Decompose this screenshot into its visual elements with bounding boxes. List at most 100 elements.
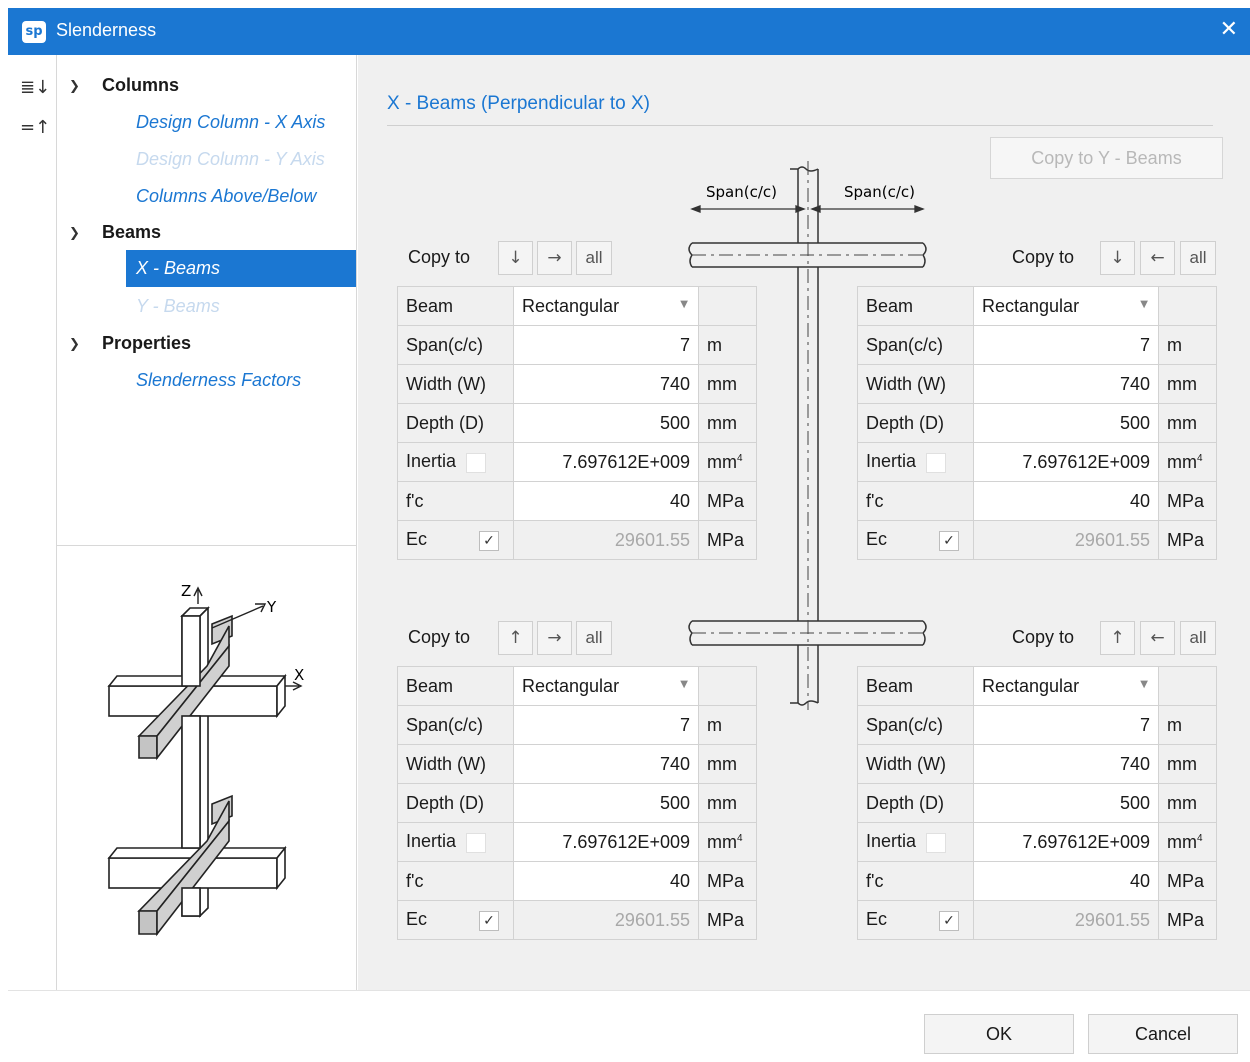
- ok-button[interactable]: OK: [924, 1014, 1074, 1054]
- span-input[interactable]: 7: [513, 705, 699, 745]
- copy-all-button[interactable]: all: [1180, 621, 1216, 655]
- depth-input[interactable]: 500: [973, 783, 1159, 823]
- section-title: X - Beams (Perpendicular to X): [387, 93, 650, 114]
- span-input[interactable]: 7: [973, 325, 1159, 365]
- title-bar: sp Slenderness ✕: [8, 8, 1250, 55]
- close-icon[interactable]: ✕: [1220, 18, 1238, 42]
- beam-type-select[interactable]: Rectangular ▼: [973, 286, 1159, 326]
- fc-input[interactable]: 40: [513, 861, 699, 901]
- depth-input[interactable]: 500: [973, 403, 1159, 443]
- fc-input[interactable]: 40: [513, 481, 699, 521]
- ec-input: 29601.55: [513, 520, 699, 560]
- width-input[interactable]: 740: [973, 364, 1159, 404]
- chevron-down-icon[interactable]: ❯: [69, 337, 80, 352]
- width-input[interactable]: 740: [513, 364, 699, 404]
- fc-input[interactable]: 40: [973, 481, 1159, 521]
- ec-cell: Ec ✓: [397, 900, 514, 940]
- navigation-tree: ❯ Columns Design Column - X Axis Design …: [57, 55, 357, 545]
- tree-item-columns-above-below[interactable]: Columns Above/Below: [136, 186, 316, 207]
- copy-all-button[interactable]: all: [1180, 241, 1216, 275]
- cancel-button[interactable]: Cancel: [1088, 1014, 1238, 1054]
- depth-label: Depth (D): [397, 403, 514, 443]
- app-logo: sp: [22, 21, 46, 43]
- copy-up-button[interactable]: ↑: [498, 621, 533, 655]
- inertia-label: Inertia: [866, 831, 917, 852]
- inertia-label: Inertia: [406, 451, 457, 472]
- table-row: Span(c/c) 7 m: [397, 325, 757, 365]
- width-input[interactable]: 740: [973, 744, 1159, 784]
- inertia-unit-cell: mm4: [1158, 442, 1217, 482]
- depth-label: Depth (D): [397, 783, 514, 823]
- slenderness-dialog: sp Slenderness ✕ ≣↓ =↑ ❯ Columns Design …: [8, 8, 1250, 1062]
- beam-type-select[interactable]: Rectangular ▼: [973, 666, 1159, 706]
- table-row: f'c 40 MPa: [397, 481, 757, 521]
- frame-illustration: Z Y X: [107, 582, 304, 937]
- ec-checkbox[interactable]: ✓: [479, 530, 500, 551]
- depth-unit: mm: [1158, 403, 1217, 443]
- copy-row-bottom-left: Copy to ↑ → all: [408, 621, 612, 655]
- inertia-checkbox[interactable]: [926, 452, 947, 473]
- table-row: Inertia 7.697612E+009 mm4: [857, 442, 1217, 482]
- tree-node-properties[interactable]: Properties: [102, 333, 191, 354]
- tree-node-beams[interactable]: Beams: [102, 222, 161, 243]
- width-unit: mm: [698, 744, 757, 784]
- width-label: Width (W): [397, 364, 514, 404]
- table-row: Beam Rectangular ▼: [857, 666, 1217, 706]
- width-unit: mm: [1158, 744, 1217, 784]
- copy-down-button[interactable]: ↓: [498, 241, 533, 275]
- ec-checkbox[interactable]: ✓: [939, 530, 960, 551]
- copy-left-button[interactable]: ←: [1140, 241, 1175, 275]
- copy-row-top-right: Copy to ↓ ← all: [1012, 241, 1222, 275]
- tree-item-slenderness-factors[interactable]: Slenderness Factors: [136, 370, 301, 391]
- copy-to-label: Copy to: [408, 627, 471, 647]
- inertia-checkbox[interactable]: [466, 832, 487, 853]
- inertia-input[interactable]: 7.697612E+009: [513, 822, 699, 862]
- span-input[interactable]: 7: [513, 325, 699, 365]
- inertia-checkbox[interactable]: [926, 832, 947, 853]
- copy-all-button[interactable]: all: [576, 241, 612, 275]
- tree-item-design-column-x[interactable]: Design Column - X Axis: [136, 112, 325, 133]
- tree-item-x-beams[interactable]: X - Beams: [126, 250, 356, 287]
- table-row: Span(c/c) 7 m: [857, 705, 1217, 745]
- fc-unit: MPa: [698, 481, 757, 521]
- copy-down-button[interactable]: ↓: [1100, 241, 1135, 275]
- width-input[interactable]: 740: [513, 744, 699, 784]
- table-row: f'c 40 MPa: [857, 861, 1217, 901]
- expand-all-icon[interactable]: ≣↓: [20, 77, 50, 98]
- copy-right-button[interactable]: →: [537, 621, 572, 655]
- copy-to-label: Copy to: [1012, 247, 1075, 267]
- copy-right-button[interactable]: →: [537, 241, 572, 275]
- dropdown-arrow-icon: ▼: [680, 679, 688, 690]
- inertia-checkbox[interactable]: [466, 452, 487, 473]
- span-label: Span(c/c): [857, 705, 974, 745]
- beam-table-bottom-right: Beam Rectangular ▼ Span(c/c) 7 m Width (W…: [857, 666, 1217, 940]
- copy-up-button[interactable]: ↑: [1100, 621, 1135, 655]
- inertia-input[interactable]: 7.697612E+009: [513, 442, 699, 482]
- frame-preview: Z Y X: [57, 545, 357, 990]
- chevron-down-icon[interactable]: ❯: [69, 79, 80, 94]
- beam-type-select[interactable]: Rectangular ▼: [513, 286, 699, 326]
- depth-input[interactable]: 500: [513, 783, 699, 823]
- span-input[interactable]: 7: [973, 705, 1159, 745]
- span-right-label: Span(c/c): [844, 183, 915, 201]
- ec-checkbox[interactable]: ✓: [939, 910, 960, 931]
- copy-all-button[interactable]: all: [576, 621, 612, 655]
- inertia-input[interactable]: 7.697612E+009: [973, 442, 1159, 482]
- ec-label: Ec: [866, 529, 888, 550]
- unit-exponent: 4: [737, 452, 743, 464]
- chevron-down-icon[interactable]: ❯: [69, 226, 80, 241]
- table-row: Width (W) 740 mm: [397, 744, 757, 784]
- fc-unit: MPa: [698, 861, 757, 901]
- tree-node-columns[interactable]: Columns: [102, 75, 179, 96]
- fc-input[interactable]: 40: [973, 861, 1159, 901]
- depth-input[interactable]: 500: [513, 403, 699, 443]
- empty-cell: [1158, 666, 1217, 706]
- inertia-input[interactable]: 7.697612E+009: [973, 822, 1159, 862]
- span-label: Span(c/c): [857, 325, 974, 365]
- beam-type-select[interactable]: Rectangular ▼: [513, 666, 699, 706]
- collapse-all-icon[interactable]: =↑: [20, 117, 50, 138]
- dropdown-arrow-icon: ▼: [680, 299, 688, 310]
- inertia-unit: mm: [1167, 831, 1197, 852]
- copy-left-button[interactable]: ←: [1140, 621, 1175, 655]
- ec-checkbox[interactable]: ✓: [479, 910, 500, 931]
